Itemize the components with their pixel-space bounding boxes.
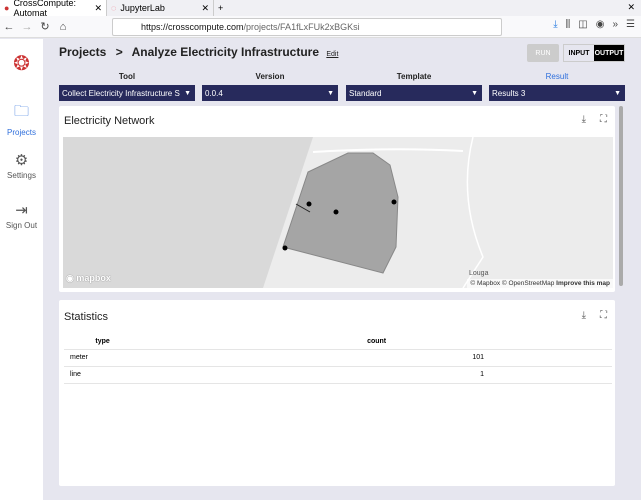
crosscompute-icon: ● bbox=[4, 3, 10, 13]
statistics-card: Statistics ⤓ ⛶ type count meter 101 line 1 bbox=[59, 300, 615, 486]
sign-out-icon: ⇥ bbox=[15, 202, 28, 219]
map[interactable]: Louga ◉ mapbox © Mapbox © OpenStreetMap … bbox=[63, 137, 613, 288]
page-title: Analyze Electricity Infrastructure bbox=[131, 45, 320, 59]
url-bar[interactable]: https://crosscompute.com/projects/FA1fLx… bbox=[112, 18, 502, 36]
table-row: line 1 bbox=[64, 366, 612, 384]
run-button[interactable]: RUN bbox=[527, 44, 559, 62]
result-label: Result bbox=[545, 72, 569, 81]
table-row: meter 101 bbox=[64, 349, 612, 367]
chevron-down-icon: ▼ bbox=[327, 89, 334, 97]
browser-tab[interactable]: ◌ JupyterLab ✕ bbox=[107, 0, 214, 16]
tool-label: Tool bbox=[118, 72, 136, 81]
edit-link[interactable]: Edit bbox=[326, 51, 338, 58]
sidebar-icon[interactable]: ◫ bbox=[578, 19, 587, 30]
chevron-down-icon: ▼ bbox=[471, 89, 478, 97]
new-tab-button[interactable]: + bbox=[214, 0, 234, 16]
jupyter-icon: ◌ bbox=[111, 3, 117, 13]
download-icon[interactable]: ⤓ bbox=[553, 19, 557, 30]
mapbox-logo[interactable]: ◉ mapbox bbox=[66, 273, 111, 284]
gear-icon: ⚙ bbox=[14, 152, 29, 169]
sidebar-item-settings[interactable]: ⚙ Settings bbox=[0, 151, 43, 180]
breadcrumb: Projects > Analyze Electricity Infrastru… bbox=[59, 45, 339, 59]
version-select[interactable]: 0.0.4 ▼ bbox=[202, 85, 338, 101]
breadcrumb-projects[interactable]: Projects bbox=[59, 45, 106, 59]
download-icon[interactable]: ⤓ bbox=[582, 114, 586, 125]
card-title: Electricity Network bbox=[64, 115, 155, 127]
sidebar-item-projects[interactable]: 🗀 Projects bbox=[0, 101, 43, 137]
browser-tabbar: ● CrossCompute: Automat ✕ ◌ JupyterLab ✕ + ✕ bbox=[0, 0, 641, 18]
result-select[interactable]: Results 3 ▼ bbox=[489, 85, 625, 101]
back-icon[interactable]: ← bbox=[0, 21, 18, 33]
scrollbar[interactable] bbox=[619, 106, 623, 286]
download-icon[interactable]: ⤓ bbox=[582, 310, 586, 321]
home-icon[interactable]: ⌂ bbox=[54, 21, 72, 33]
menu-icon[interactable]: ☰ bbox=[626, 19, 635, 30]
input-output-toggle: INPUT OUTPUT bbox=[563, 44, 625, 62]
forward-icon[interactable]: → bbox=[18, 21, 36, 33]
template-label: Template bbox=[396, 72, 432, 81]
fullscreen-icon[interactable]: ⛶ bbox=[600, 114, 607, 125]
map-attribution: © Mapbox © OpenStreetMap Improve this ma… bbox=[467, 279, 613, 288]
account-icon[interactable]: ◉ bbox=[596, 19, 605, 30]
close-tab-icon[interactable]: ✕ bbox=[94, 3, 102, 14]
chevron-down-icon: ▼ bbox=[614, 89, 621, 97]
reload-icon[interactable]: ↻ bbox=[36, 20, 54, 33]
version-label: Version bbox=[255, 72, 285, 81]
browser-tab[interactable]: ● CrossCompute: Automat ✕ bbox=[0, 0, 107, 18]
map-canvas bbox=[263, 137, 613, 288]
folder-icon: 🗀 bbox=[13, 103, 29, 120]
column-header: count bbox=[141, 335, 612, 350]
column-header: type bbox=[64, 335, 142, 350]
map-place-label: Louga bbox=[469, 270, 489, 277]
sidebar-item-sign-out[interactable]: ⇥ Sign Out bbox=[0, 201, 43, 230]
template-select[interactable]: Standard ▼ bbox=[346, 85, 482, 101]
chevron-down-icon: ▼ bbox=[184, 89, 191, 97]
statistics-table: type count meter 101 line 1 bbox=[64, 335, 612, 384]
fullscreen-icon[interactable]: ⛶ bbox=[600, 310, 607, 321]
sidebar: ❂ 🗀 Projects ⚙ Settings ⇥ Sign Out bbox=[0, 39, 43, 500]
card-title: Statistics bbox=[64, 311, 109, 323]
improve-map-link[interactable]: Improve this map bbox=[556, 280, 610, 287]
browser-navbar: ← → ↻ ⌂ https://crosscompute.com/project… bbox=[0, 16, 641, 38]
tool-select[interactable]: Collect Electricity Infrastructure S ▼ bbox=[59, 85, 195, 101]
close-tab-icon[interactable]: ✕ bbox=[201, 3, 209, 14]
input-button[interactable]: INPUT bbox=[564, 45, 594, 61]
overflow-icon[interactable]: » bbox=[612, 19, 618, 30]
map-card: Electricity Network ⤓ ⛶ Louga ◉ mapbox © … bbox=[59, 106, 615, 292]
logo-icon: ❂ bbox=[13, 53, 30, 75]
output-button[interactable]: OUTPUT bbox=[594, 45, 624, 61]
library-icon[interactable]: ⫼ bbox=[566, 19, 571, 30]
close-window-icon[interactable]: ✕ bbox=[621, 0, 641, 16]
